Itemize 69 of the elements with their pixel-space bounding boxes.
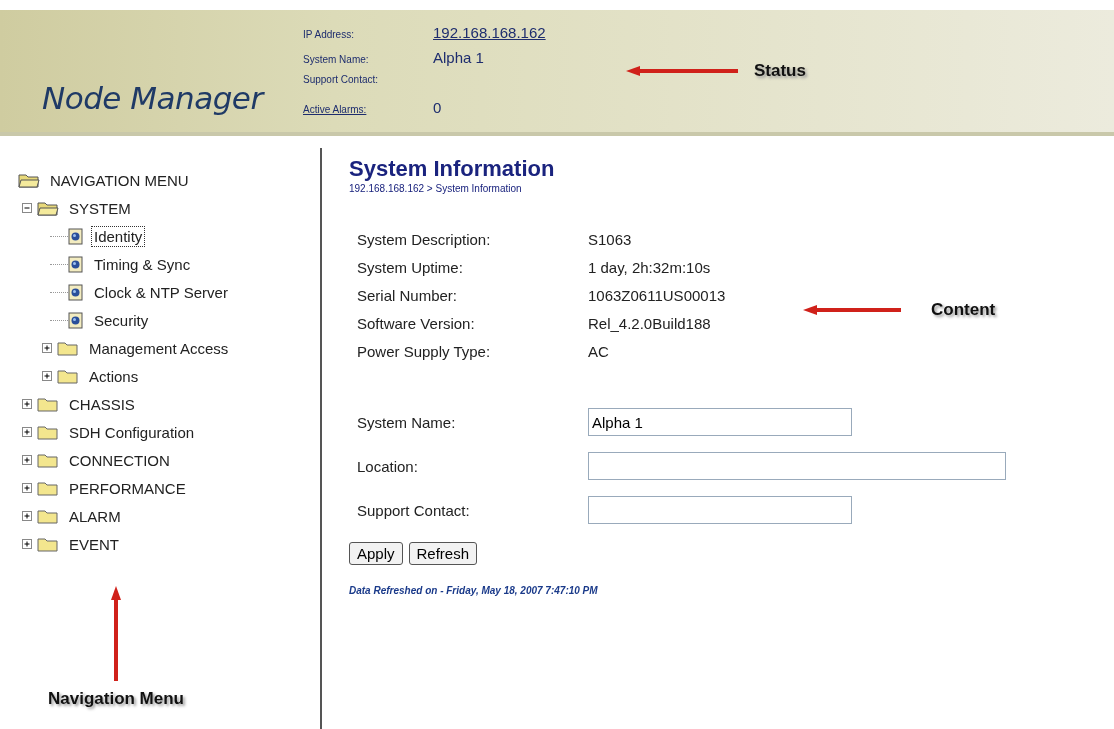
tree-item[interactable]: CHASSIS (67, 394, 137, 414)
status-link[interactable]: 192.168.168.162 (433, 24, 546, 41)
open-folder-icon (18, 172, 40, 188)
field-label: Power Supply Type: (357, 342, 491, 362)
folder-icon (37, 452, 59, 468)
tree-item[interactable]: ALARM (67, 506, 123, 526)
folder-icon (57, 368, 79, 384)
field-value: S1063 (588, 230, 632, 250)
field-label: Location: (357, 457, 419, 475)
expand-icon[interactable] (42, 370, 53, 382)
expand-icon[interactable] (42, 342, 53, 354)
field-label: Software Version: (357, 314, 475, 334)
input-field[interactable] (588, 452, 1006, 480)
folder-icon (57, 340, 79, 356)
tree-item[interactable]: PERFORMANCE (67, 478, 188, 498)
form-button[interactable]: Apply (349, 542, 403, 565)
tree-item[interactable]: EVENT (67, 534, 121, 554)
folder-icon (37, 508, 59, 524)
input-field[interactable] (588, 496, 852, 524)
refresh-note: Data Refreshed on - Friday, May 18, 2007 7:47:10 PM (349, 585, 599, 596)
open-folder-icon (37, 200, 59, 216)
tree-item[interactable]: SYSTEM (67, 198, 133, 218)
status-label: System Name: (303, 54, 370, 65)
expand-icon[interactable] (22, 426, 33, 438)
page-title: System Information (349, 156, 556, 182)
tree-item[interactable]: Timing & Sync (92, 254, 193, 274)
folder-icon (37, 424, 59, 440)
field-label: System Uptime: (357, 258, 463, 278)
breadcrumb: 192.168.168.162 > System Information (349, 183, 523, 194)
expand-icon[interactable] (22, 454, 33, 466)
tree-item[interactable]: Security (92, 310, 151, 330)
field-value: AC (588, 342, 609, 362)
status-link[interactable]: Active Alarms: (303, 104, 433, 115)
expand-icon[interactable] (22, 482, 33, 494)
page-icon (68, 283, 84, 301)
field-label: System Name: (357, 413, 457, 431)
field-value: 1 day, 2h:32m:10s (588, 258, 711, 278)
annotation-label: Status (754, 61, 806, 81)
collapse-icon[interactable] (22, 202, 33, 214)
field-value: Rel_4.2.0Build188 (588, 314, 711, 334)
page-icon (68, 255, 84, 273)
field-value: 1063Z0611US00013 (588, 286, 726, 306)
page-icon (68, 227, 84, 245)
status-label: Support Contact: (303, 74, 380, 85)
status-value: Alpha 1 (433, 49, 484, 66)
field-label: Serial Number: (357, 286, 458, 306)
app-title: Node Manager (41, 79, 266, 118)
page-icon (68, 311, 84, 329)
tree-item[interactable]: Actions (87, 366, 141, 386)
tree-item[interactable]: CONNECTION (67, 450, 172, 470)
field-label: Support Contact: (357, 501, 471, 519)
expand-icon[interactable] (22, 398, 33, 410)
status-value: 0 (433, 99, 442, 116)
annotation-label: Navigation Menu (48, 689, 184, 709)
folder-icon (37, 396, 59, 412)
expand-icon[interactable] (22, 510, 33, 522)
expand-icon[interactable] (22, 538, 33, 550)
annotation-label: Content (931, 300, 996, 320)
field-label: System Description: (357, 230, 491, 250)
input-field[interactable]: Alpha 1 (588, 408, 852, 436)
tree-item[interactable]: Management Access (87, 338, 231, 358)
tree-item[interactable]: Identity (92, 226, 145, 246)
folder-icon (37, 536, 59, 552)
tree-item[interactable]: Clock & NTP Server (92, 282, 230, 302)
form-button[interactable]: Refresh (408, 542, 478, 565)
menu-heading: NAVIGATION MENU (49, 170, 190, 190)
status-label: IP Address: (303, 29, 355, 40)
folder-icon (37, 480, 59, 496)
tree-item[interactable]: SDH Configuration (67, 422, 197, 442)
